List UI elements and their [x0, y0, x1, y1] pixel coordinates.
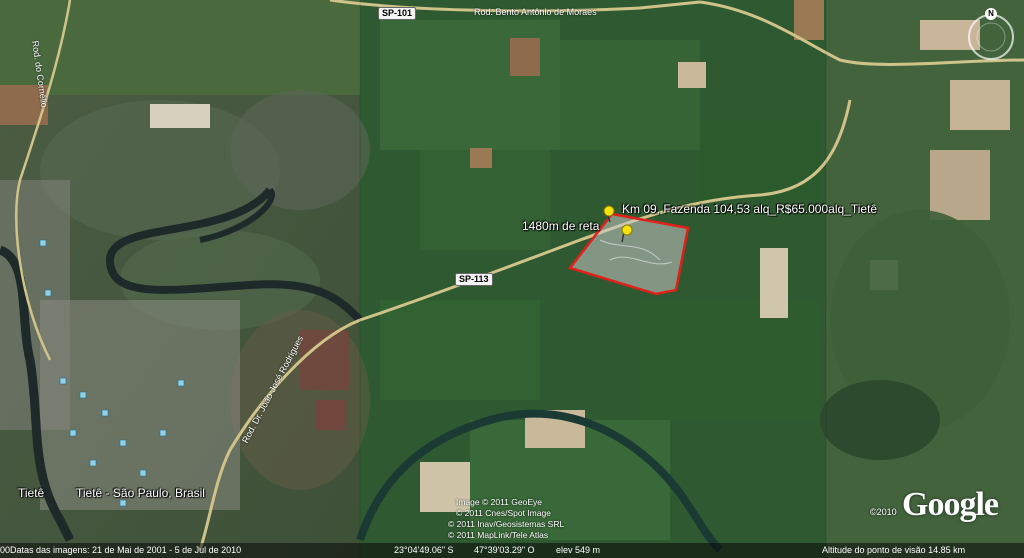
status-left-edge: 00 [0, 545, 11, 555]
logo-year: ©2010 [870, 507, 897, 517]
elevation-readout: elev 549 m [556, 545, 601, 555]
imagery-dates: Datas das imagens: 21 de Mai de 2001 - 5… [10, 545, 242, 555]
copyright-line: © 2011 MapLink/Tele Atlas [448, 530, 549, 540]
place-label-tiete[interactable]: Tietê [18, 486, 44, 500]
road-shield-sp113: SP-113 [455, 273, 493, 286]
status-bar: 00 Datas das imagens: 21 de Mai de 2001 … [0, 543, 1024, 558]
farm-placemark-label[interactable]: Km 09, Fazenda 104,53 alq_R$65.000alq_Ti… [622, 202, 877, 216]
longitude-readout: 47°39'03.29" O [474, 545, 535, 555]
google-logo: Google [902, 486, 999, 523]
copyright-line: © 2011 Cnes/Spot Image [456, 508, 551, 518]
satellite-map[interactable]: SP-101 Rod. Bento Antônio de Moraes SP-1… [0, 0, 1024, 558]
copyright-line: Image © 2011 GeoEye [456, 497, 542, 507]
eye-altitude-readout: Altitude do ponto de visão 14.85 km [822, 545, 966, 555]
latitude-readout: 23°04'49.06" S [394, 545, 454, 555]
place-label-tiete-sp[interactable]: Tietê - São Paulo, Brasil [76, 486, 205, 500]
road-shield-sp101: SP-101 [378, 7, 417, 20]
distance-placemark-label[interactable]: 1480m de reta [522, 219, 599, 233]
copyright-line: © 2011 Inav/Geosistemas SRL [448, 519, 565, 529]
road-name-bento: Rod. Bento Antônio de Moraes [474, 7, 597, 17]
compass-control[interactable]: N [964, 8, 1018, 62]
terrain-layer [0, 0, 1024, 558]
compass-north-label: N [985, 8, 997, 20]
